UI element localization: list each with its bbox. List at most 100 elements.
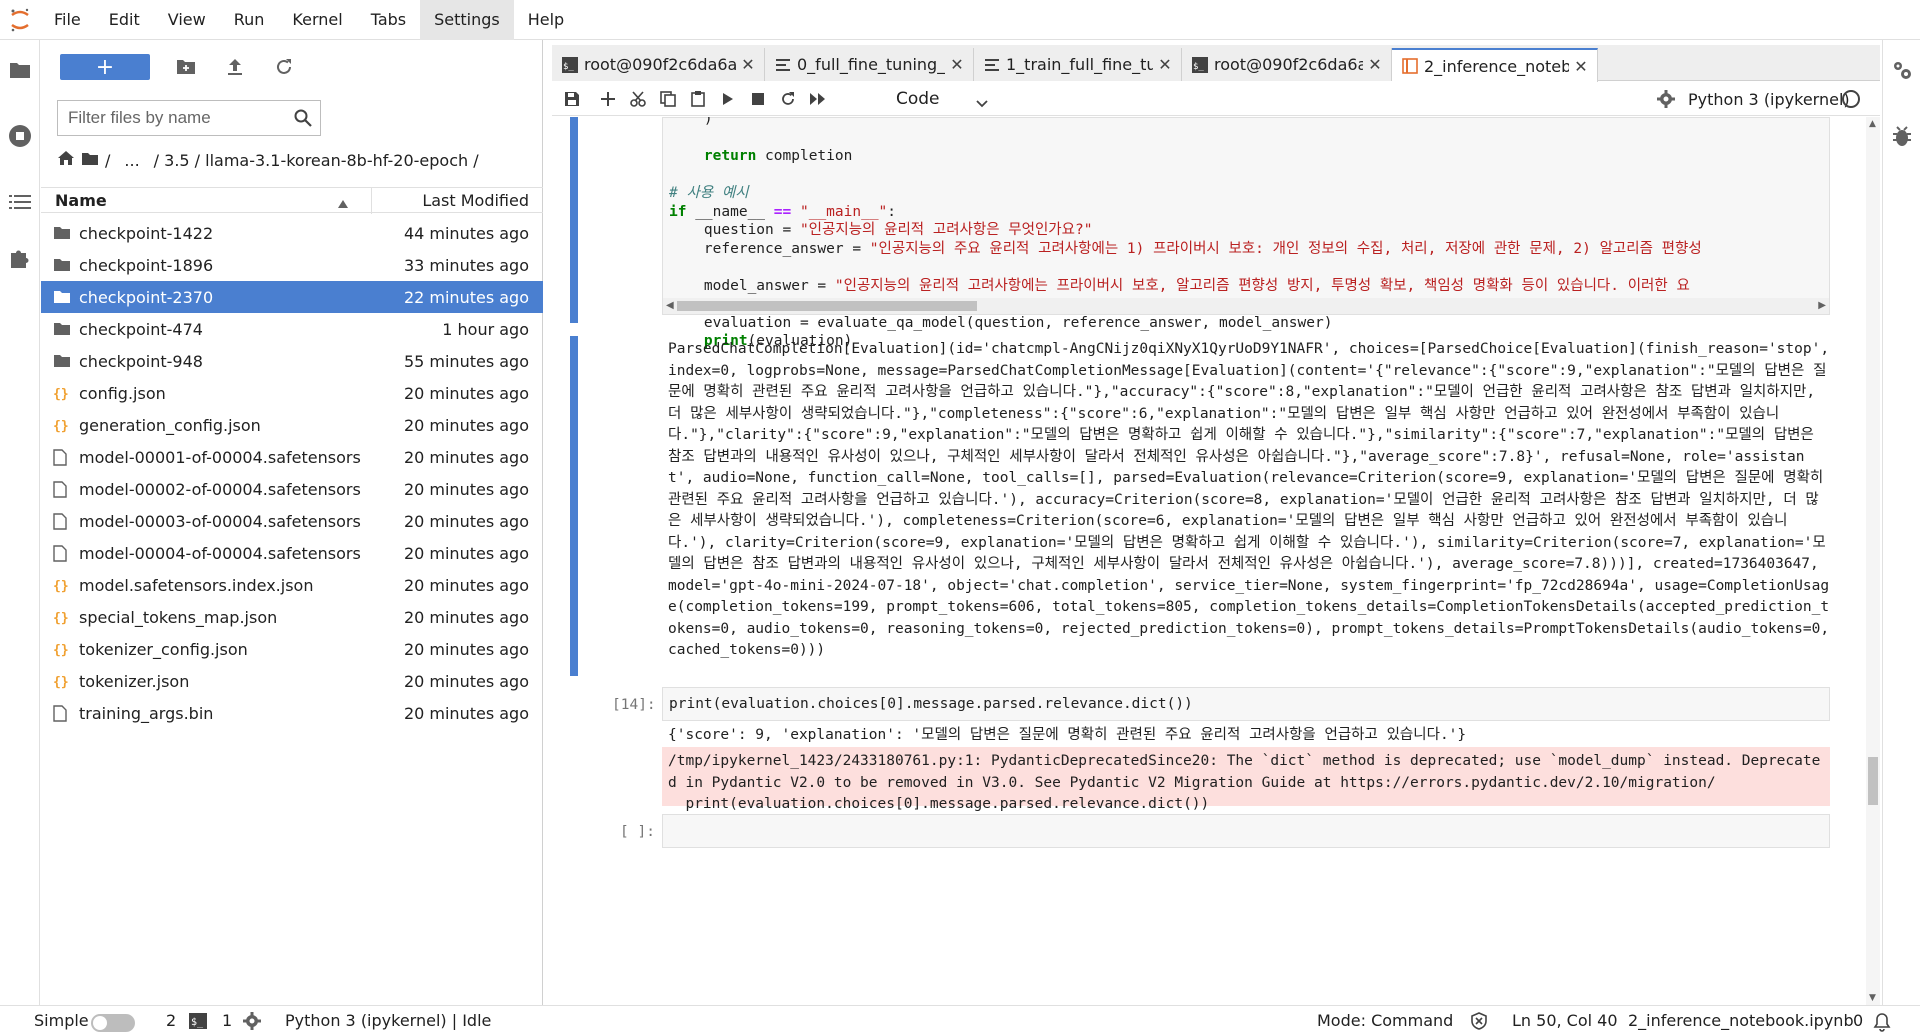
copy-icon[interactable]: [656, 87, 680, 111]
column-divider[interactable]: [371, 188, 372, 214]
menu-tabs[interactable]: Tabs: [357, 0, 420, 40]
close-tab-icon[interactable]: ✕: [1573, 57, 1589, 76]
scroll-down-icon[interactable]: ▼: [1869, 993, 1876, 1003]
close-tab-icon[interactable]: ✕: [1157, 55, 1173, 74]
simple-mode-label: Simple: [34, 1011, 89, 1030]
file-list-item[interactable]: {} tokenizer_config.json 20 minutes ago: [41, 633, 543, 665]
menu-file[interactable]: File: [40, 0, 95, 40]
file-list-item[interactable]: checkpoint-948 55 minutes ago: [41, 345, 543, 377]
current-file-name: 2_inference_notebook.ipynb: [1628, 1011, 1854, 1030]
file-list-item[interactable]: checkpoint-1896 33 minutes ago: [41, 249, 543, 281]
notification-count[interactable]: 0: [1853, 1011, 1863, 1030]
breadcrumb-ellipsis[interactable]: ...: [124, 151, 139, 170]
file-list-item[interactable]: {} special_tokens_map.json 20 minutes ago: [41, 601, 543, 633]
kernels-count[interactable]: 1: [222, 1011, 232, 1030]
svg-text:{}: {}: [53, 675, 69, 689]
menu-edit[interactable]: Edit: [95, 0, 154, 40]
code-editor[interactable]: print(evaluation.choices[0].message.pars…: [669, 695, 1193, 714]
cell-type-dropdown[interactable]: Code: [892, 87, 992, 111]
scroll-left-icon[interactable]: ◀: [666, 300, 674, 311]
file-list-item[interactable]: checkpoint-2370 22 minutes ago: [41, 281, 543, 313]
file-list-item[interactable]: checkpoint-1422 44 minutes ago: [41, 217, 543, 249]
horizontal-scrollbar-thumb[interactable]: [677, 301, 977, 311]
tab-notebook[interactable]: 2_inference_notebook.ipynb✕: [1392, 48, 1598, 82]
file-modified: 20 minutes ago: [403, 672, 529, 691]
close-tab-icon[interactable]: ✕: [1367, 55, 1383, 74]
kernel-status-text[interactable]: Python 3 (ipykernel) | Idle: [285, 1011, 491, 1030]
filter-files-input[interactable]: [58, 108, 284, 128]
code-cell-input[interactable]: ) return completion # 사용 예시 if __name__ =…: [662, 117, 1830, 349]
debugger-bug-icon[interactable]: [1888, 122, 1916, 150]
running-sessions-icon[interactable]: [6, 122, 34, 150]
file-list-item[interactable]: model-00004-of-00004.safetensors 20 minut…: [41, 537, 543, 569]
file-modified: 1 hour ago: [442, 320, 529, 339]
file-list-item[interactable]: model-00001-of-00004.safetensors 20 minut…: [41, 441, 543, 473]
notebook-scrollbar[interactable]: ▲ ▼: [1866, 117, 1880, 1005]
refresh-icon[interactable]: [271, 54, 297, 80]
notebook-scrollbar-thumb[interactable]: [1868, 757, 1878, 805]
upload-icon[interactable]: [222, 54, 248, 80]
shield-icon[interactable]: [1470, 1012, 1488, 1034]
bell-icon[interactable]: [1873, 1012, 1891, 1035]
file-list-item[interactable]: {} model.safetensors.index.json 20 minutes…: [41, 569, 543, 601]
menu-kernel[interactable]: Kernel: [278, 0, 356, 40]
paste-icon[interactable]: [686, 87, 710, 111]
column-modified-header[interactable]: Last Modified: [422, 191, 529, 210]
empty-code-cell-input[interactable]: [662, 814, 1830, 848]
output-collapser-bar[interactable]: [570, 336, 578, 676]
breadcrumb-path[interactable]: / 3.5 / llama-3.1-korean-8b-hf-20-epoch …: [154, 151, 479, 170]
code-editor[interactable]: ) return completion # 사용 예시 if __name__ =…: [669, 117, 1823, 351]
extension-manager-icon[interactable]: [6, 244, 34, 272]
file-list-item[interactable]: model-00002-of-00004.safetensors 20 minut…: [41, 473, 543, 505]
breadcrumb-root[interactable]: /: [105, 151, 110, 170]
tab-editor[interactable]: 0_full_fine_tuning_config.yaml✕: [765, 48, 974, 81]
kernel-gear-icon[interactable]: [243, 1012, 261, 1034]
stop-icon[interactable]: [746, 87, 770, 111]
new-launcher-button[interactable]: +: [60, 54, 150, 80]
file-list-item[interactable]: training_args.bin 20 minutes ago: [41, 697, 543, 729]
insert-cell-icon[interactable]: [596, 87, 620, 111]
save-icon[interactable]: [560, 87, 584, 111]
file-list-item[interactable]: {} config.json 20 minutes ago: [41, 377, 543, 409]
tab-terminal[interactable]: $_ root@090f2c6da6ac: /work✕: [1182, 48, 1392, 81]
menu-settings[interactable]: Settings: [420, 0, 514, 40]
file-list-item[interactable]: model-00003-of-00004.safetensors 20 minut…: [41, 505, 543, 537]
scroll-up-icon[interactable]: ▲: [1869, 119, 1876, 129]
simple-mode-toggle[interactable]: [91, 1014, 135, 1032]
close-tab-icon[interactable]: ✕: [949, 55, 965, 74]
menu-view[interactable]: View: [154, 0, 220, 40]
scroll-right-icon[interactable]: ▶: [1818, 300, 1826, 311]
menu-help[interactable]: Help: [514, 0, 578, 40]
column-name-header[interactable]: Name: [55, 191, 107, 210]
file-list-item[interactable]: {} generation_config.json 20 minutes ago: [41, 409, 543, 441]
terminal-icon[interactable]: $_: [189, 1013, 207, 1033]
menu-run[interactable]: Run: [220, 0, 279, 40]
folder-icon[interactable]: [81, 151, 99, 170]
new-folder-icon[interactable]: [173, 54, 199, 80]
cell-collapser-bar[interactable]: [570, 117, 578, 323]
cursor-position[interactable]: Ln 50, Col 40: [1512, 1011, 1618, 1030]
code-cell-input[interactable]: print(evaluation.choices[0].message.pars…: [662, 687, 1830, 721]
file-list-item[interactable]: checkpoint-474 1 hour ago: [41, 313, 543, 345]
file-list-item[interactable]: {} tokenizer.json 20 minutes ago: [41, 665, 543, 697]
run-icon[interactable]: [716, 87, 740, 111]
restart-kernel-icon[interactable]: [776, 87, 800, 111]
cut-icon[interactable]: [626, 87, 650, 111]
home-icon[interactable]: [57, 150, 75, 170]
kernel-name-label[interactable]: Python 3 (ipykernel): [1688, 90, 1850, 109]
file-browser-icon[interactable]: [6, 56, 34, 84]
file-name: checkpoint-474: [79, 320, 203, 339]
file-name: config.json: [79, 384, 166, 403]
tab-bar: $_root@090f2c6da6ac: /work✕0_full_fine_t…: [552, 45, 1880, 82]
restart-run-all-icon[interactable]: [806, 87, 830, 111]
sort-ascending-icon[interactable]: [338, 194, 348, 212]
property-inspector-icon[interactable]: [1888, 56, 1916, 84]
table-of-contents-icon[interactable]: [6, 188, 34, 216]
tab-editor[interactable]: 1_train_full_fine_tuning.py✕: [974, 48, 1182, 81]
close-tab-icon[interactable]: ✕: [740, 55, 756, 74]
tab-terminal[interactable]: $_ root@090f2c6da6ac: /work✕: [552, 48, 765, 81]
filter-files-box: [57, 100, 321, 136]
horizontal-scrollbar[interactable]: ◀ ▶: [663, 298, 1829, 314]
terminals-count[interactable]: 2: [166, 1011, 176, 1030]
